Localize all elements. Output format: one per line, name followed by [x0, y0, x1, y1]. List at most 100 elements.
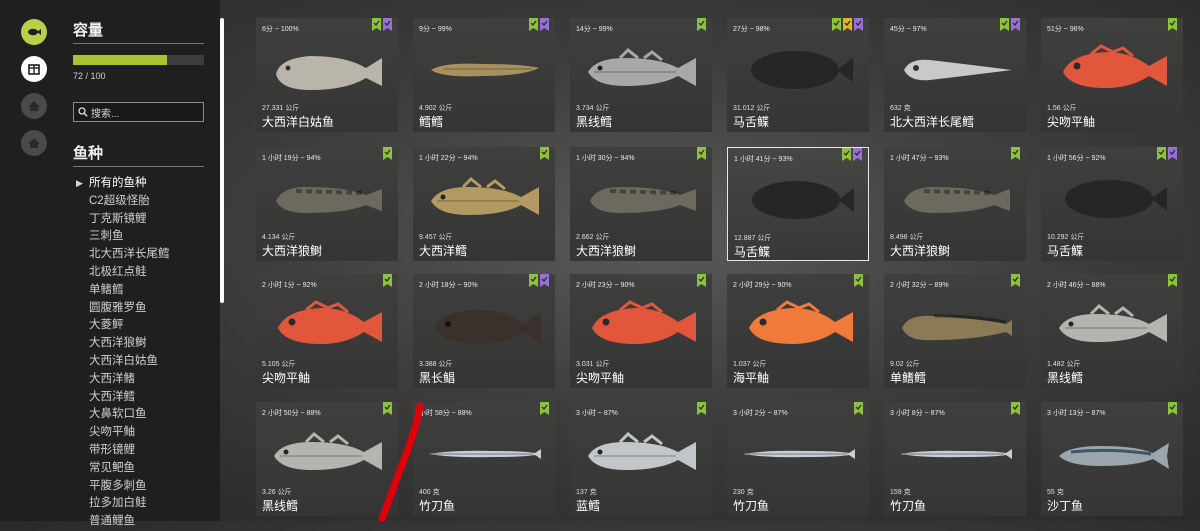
capacity-title: 容量 — [73, 22, 104, 39]
green-ribbon-badge-icon — [697, 402, 706, 415]
species-item[interactable]: 尖吻平鲉 — [73, 424, 223, 442]
species-item[interactable]: ▶ 所有的鱼种 — [73, 175, 223, 193]
green-ribbon-badge-icon — [1000, 18, 1009, 31]
home-icon[interactable] — [21, 93, 47, 119]
catch-card[interactable]: 3 小时 8分 ~ 87% 159 克竹刀鱼 — [884, 402, 1026, 516]
species-item[interactable]: 大鼻软口鱼 — [73, 406, 223, 424]
fish-image — [1051, 426, 1173, 482]
catch-card[interactable]: 3 小时 2分 ~ 87% 230 克竹刀鱼 — [727, 402, 869, 516]
fish-image — [266, 298, 388, 354]
fish-weight: 5.105 公斤 — [262, 361, 296, 368]
species-item[interactable]: 带形镜鲤 — [73, 442, 223, 460]
catch-card[interactable]: 27分 ~ 98% 31.012 公斤 马舌鲽 — [727, 18, 869, 132]
catch-card[interactable]: 3 小时 13分 ~ 87% 55 克沙丁鱼 — [1041, 402, 1183, 516]
species-item[interactable]: 圆腹雅罗鱼 — [73, 300, 223, 318]
catch-card[interactable]: 2 小时 18分 ~ 90% 3.388 公斤 黑长鲳 — [413, 274, 555, 388]
catch-time-quality: 1 小时 22分 ~ 94% — [419, 155, 478, 162]
catch-time-quality: 1 小时 56分 ~ 92% — [1047, 155, 1106, 162]
species-item[interactable]: 平腹多刺鱼 — [73, 478, 223, 496]
catch-time-quality: 2 小时 32分 ~ 89% — [890, 282, 949, 289]
species-item-label: 三刺鱼 — [89, 230, 124, 243]
badge-group — [529, 18, 549, 31]
species-item[interactable]: 拉多加白鲑 — [73, 495, 223, 513]
species-item[interactable]: 单鳍鳕 — [73, 282, 223, 300]
fish-weight: 3.26 公斤 — [262, 489, 292, 496]
species-item[interactable]: 丁克斯镜鲤 — [73, 211, 223, 229]
badge-group — [854, 402, 863, 415]
fish-image — [580, 42, 702, 98]
catch-card[interactable]: 1 小时 30分 ~ 94% 2.662 公斤 大西洋狼鲥 — [570, 147, 712, 261]
fish-name: 黑线鳕 — [1047, 371, 1084, 385]
catch-card[interactable]: 2 小时 1分 ~ 92% 5.105 公斤 尖吻平鲉 — [256, 274, 398, 388]
badge-group — [1000, 18, 1020, 31]
home-icon[interactable] — [21, 130, 47, 156]
catch-card[interactable]: 1 小时 56分 ~ 92% 10.292 公斤 马舌鲽 — [1041, 147, 1183, 261]
species-item-label: 丁克斯镜鲤 — [89, 212, 147, 225]
species-item-label: 大菱鲆 — [89, 319, 124, 332]
catch-card[interactable]: 2 小时 23分 ~ 90% 3.031 公斤 尖吻平鲉 — [570, 274, 712, 388]
species-item[interactable]: 北极红点鲑 — [73, 264, 223, 282]
fish-image — [266, 171, 388, 227]
badge-group — [372, 18, 392, 31]
species-item[interactable]: 普通鲤鱼 — [73, 513, 223, 531]
fish-image — [423, 298, 545, 354]
fish-image — [423, 426, 545, 482]
catch-time-quality: 小时 58分 ~ 88% — [419, 410, 472, 417]
fish-weight: 3.031 公斤 — [576, 361, 610, 368]
fish-icon[interactable] — [21, 19, 47, 45]
species-item[interactable]: 大西洋鳍 — [73, 371, 223, 389]
catch-card[interactable]: 2 小时 32分 ~ 89% 9.02 公斤 单鳍鳕 — [884, 274, 1026, 388]
fish-image — [894, 426, 1016, 482]
catch-card[interactable]: 1 小时 47分 ~ 93% 8.498 公斤 大西洋狼鲥 — [884, 147, 1026, 261]
badge-group — [832, 18, 863, 31]
species-divider — [73, 166, 204, 167]
species-item[interactable]: 三刺鱼 — [73, 228, 223, 246]
catch-card[interactable]: 小时 58分 ~ 88% 400 克竹刀鱼 — [413, 402, 555, 516]
crate-icon[interactable] — [21, 56, 47, 82]
catch-card[interactable]: 1 小时 22分 ~ 94% 9.457 公斤 大西洋鳕 — [413, 147, 555, 261]
fish-weight: 1.56 公斤 — [1047, 105, 1077, 112]
catch-card[interactable]: 9分 ~ 99% 4.902 公斤 鳕鳕 — [413, 18, 555, 132]
fish-image — [737, 426, 859, 482]
fish-name: 蓝鳕 — [576, 499, 601, 513]
fish-image — [737, 42, 859, 98]
gold-ribbon-badge-icon — [843, 18, 852, 31]
catch-card[interactable]: 2 小时 46分 ~ 88% 1.482 公斤 黑线鳕 — [1041, 274, 1183, 388]
species-title: 鱼种 — [73, 145, 104, 162]
fish-name: 大西洋狼鲥 — [890, 244, 951, 258]
catch-card[interactable]: 51分 ~ 96% 1.56 公斤 尖吻平鲉 — [1041, 18, 1183, 132]
catch-card[interactable]: 2 小时 50分 ~ 88% 3.26 公斤 黑线鳕 — [256, 402, 398, 516]
purple-ribbon-badge-icon — [1168, 147, 1177, 160]
catch-card[interactable]: 14分 ~ 99% 3.734 公斤 黑线鳕 — [570, 18, 712, 132]
search-icon — [78, 107, 88, 117]
badge-group — [383, 402, 392, 415]
badge-group — [854, 274, 863, 287]
species-item[interactable]: 大西洋狼鲥 — [73, 335, 223, 353]
catch-card[interactable]: 1 小时 19分 ~ 94% 4.134 公斤 大西洋狼鲥 — [256, 147, 398, 261]
species-item-label: 大西洋鳍 — [89, 372, 135, 385]
catch-card[interactable]: 2 小时 29分 ~ 90% 1.037 公斤 海平鲉 — [727, 274, 869, 388]
fish-name: 尖吻平鲉 — [576, 371, 625, 385]
species-item-label: 带形镜鲤 — [89, 443, 135, 456]
purple-ribbon-badge-icon — [383, 18, 392, 31]
catch-card[interactable]: 1 小时 41分 ~ 93% 12.887 公斤 马舌鲽 — [727, 147, 869, 261]
purple-ribbon-badge-icon — [854, 18, 863, 31]
catch-card[interactable]: 45分 ~ 97% 632 克北大西洋长尾鳕 — [884, 18, 1026, 132]
species-item-label: 大西洋鳕 — [89, 390, 135, 403]
species-item[interactable]: 大菱鲆 — [73, 317, 223, 335]
fish-image — [894, 171, 1016, 227]
catch-time-quality: 1 小时 30分 ~ 94% — [576, 155, 635, 162]
species-item[interactable]: 大西洋白姑鱼 — [73, 353, 223, 371]
badge-group — [1011, 402, 1020, 415]
catch-card[interactable]: 3 小时 ~ 87% 137 克蓝鳕 — [570, 402, 712, 516]
search-input[interactable]: 搜索... — [73, 102, 204, 122]
species-item[interactable]: 北大西洋长尾鳕 — [73, 246, 223, 264]
fish-weight: 8.498 公斤 — [890, 234, 924, 241]
catch-time-quality: 3 小时 13分 ~ 87% — [1047, 410, 1106, 417]
capacity-bar-fill — [73, 55, 168, 65]
species-item[interactable]: 大西洋鳕 — [73, 389, 223, 407]
catch-card[interactable]: 6分 ~ 100% 27.331 公斤 大西洋白姑鱼 — [256, 18, 398, 132]
fish-name: 竹刀鱼 — [733, 499, 770, 513]
species-item[interactable]: 常见鲃鱼 — [73, 460, 223, 478]
species-item[interactable]: C2超级怪胎 — [73, 193, 223, 211]
